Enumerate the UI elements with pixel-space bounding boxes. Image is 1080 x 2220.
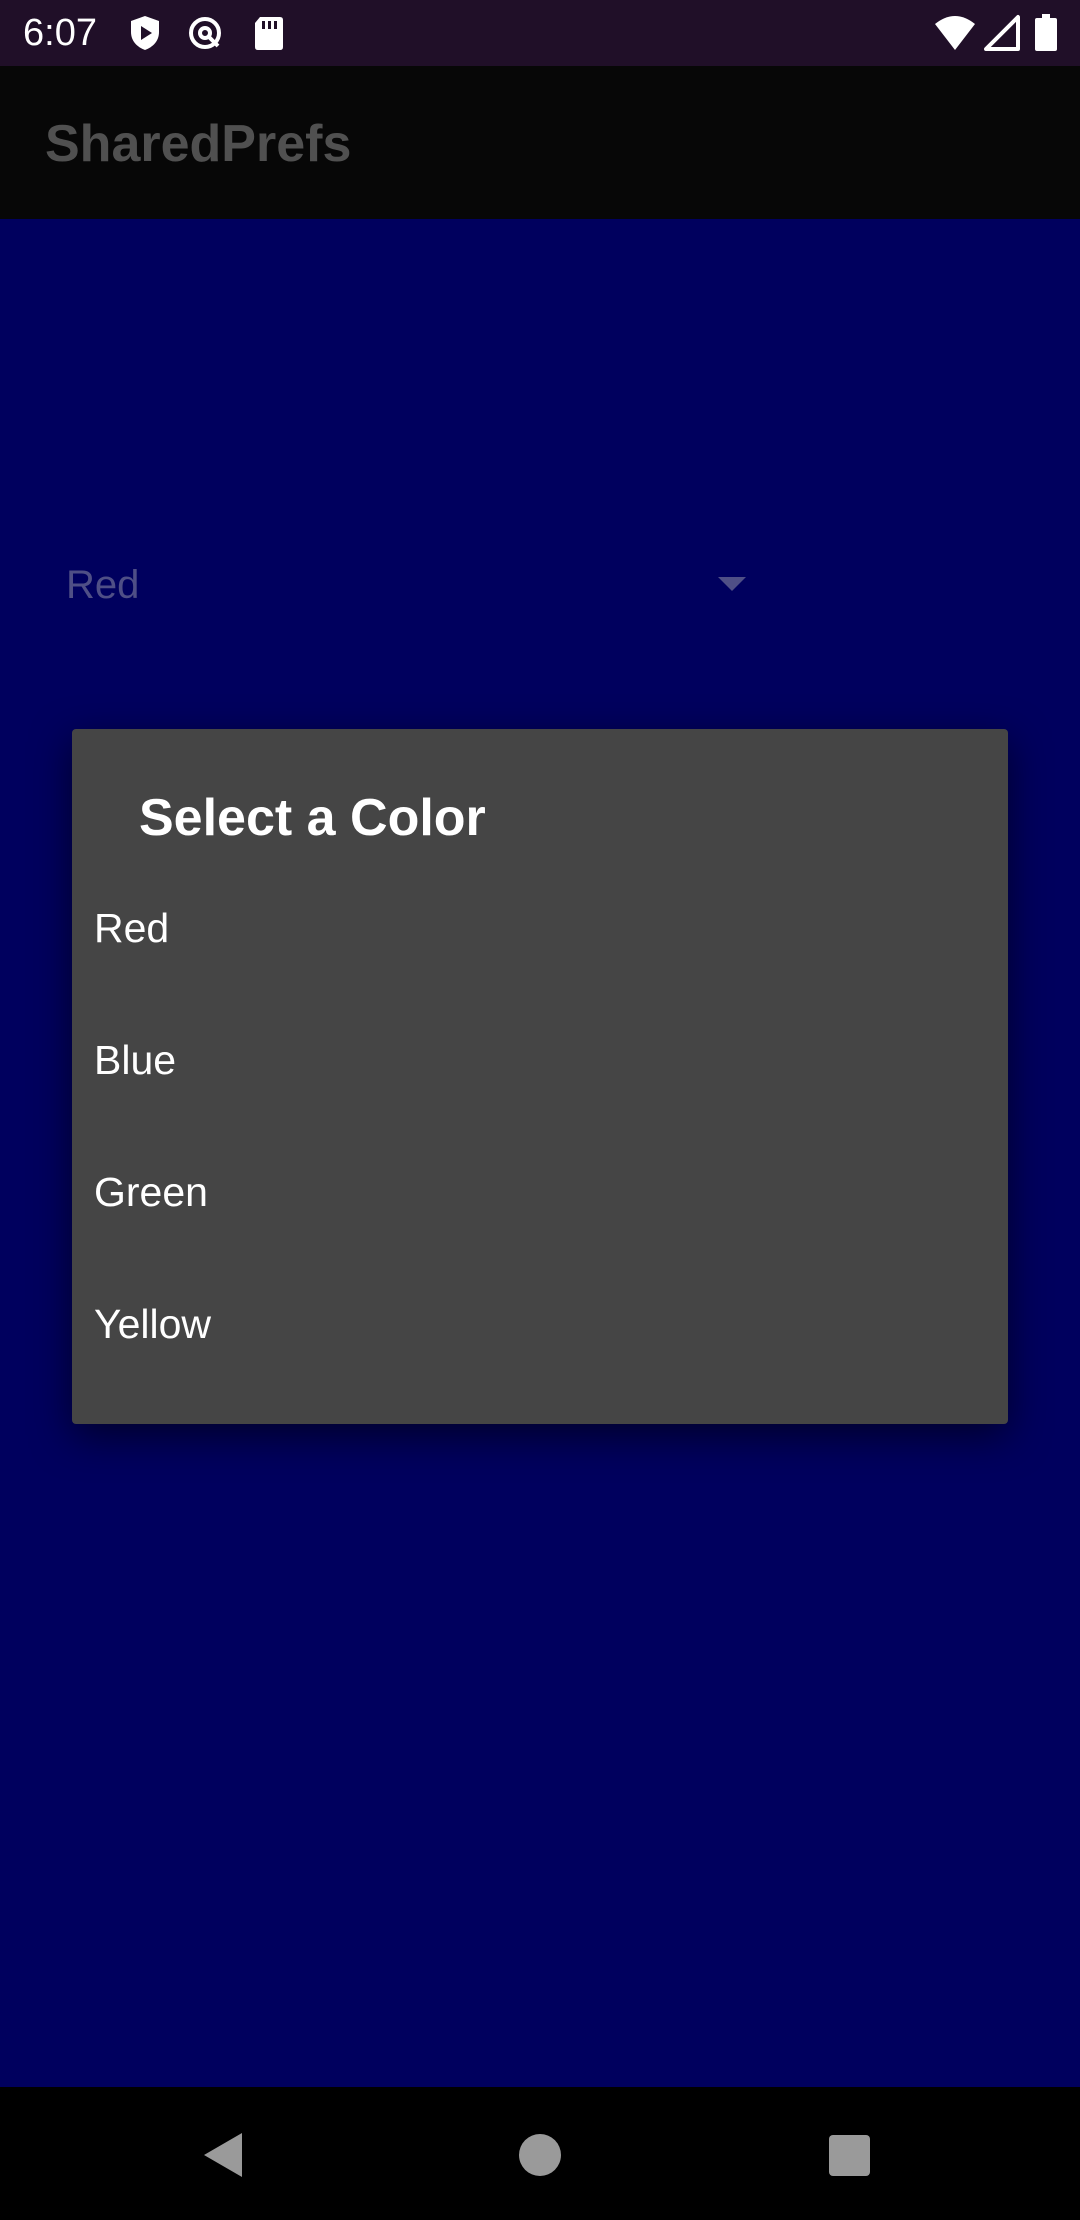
dialog-option-list: Red Blue Green Yellow <box>72 861 1008 1389</box>
dialog-option-label: Blue <box>94 1037 177 1083</box>
play-protect-icon <box>131 16 159 50</box>
sd-card-icon <box>255 17 283 50</box>
dialog-option-label: Yellow <box>94 1301 212 1347</box>
select-color-dialog: Select a Color Red Blue Green Yellow <box>72 729 1008 1424</box>
dialog-option-red[interactable]: Red <box>72 861 1008 993</box>
dialog-option-blue[interactable]: Blue <box>72 993 1008 1125</box>
app-title: SharedPrefs <box>45 115 352 173</box>
navigation-bar <box>0 2087 1080 2220</box>
data-saver-icon <box>189 17 221 49</box>
dropdown-arrow-icon <box>718 577 746 591</box>
battery-icon <box>1035 14 1057 51</box>
screen: 6:07 SharedPrefs Red Select a Color Red … <box>0 0 1080 2220</box>
back-icon[interactable] <box>204 2133 242 2177</box>
status-time: 6:07 <box>23 12 97 54</box>
dialog-option-yellow[interactable]: Yellow <box>72 1257 1008 1389</box>
spinner-selected-value: Red <box>66 563 140 607</box>
dialog-option-label: Red <box>94 905 170 951</box>
dialog-title: Select a Color <box>139 789 486 847</box>
dialog-option-label: Green <box>94 1169 208 1215</box>
app-bar: SharedPrefs <box>0 66 1080 219</box>
dialog-option-green[interactable]: Green <box>72 1125 1008 1257</box>
status-bar: 6:07 <box>0 0 1080 66</box>
cell-signal-icon <box>984 15 1020 51</box>
color-spinner[interactable]: Red <box>48 541 768 631</box>
home-icon[interactable] <box>519 2134 561 2176</box>
recents-icon[interactable] <box>829 2135 870 2176</box>
wifi-icon <box>935 16 975 50</box>
